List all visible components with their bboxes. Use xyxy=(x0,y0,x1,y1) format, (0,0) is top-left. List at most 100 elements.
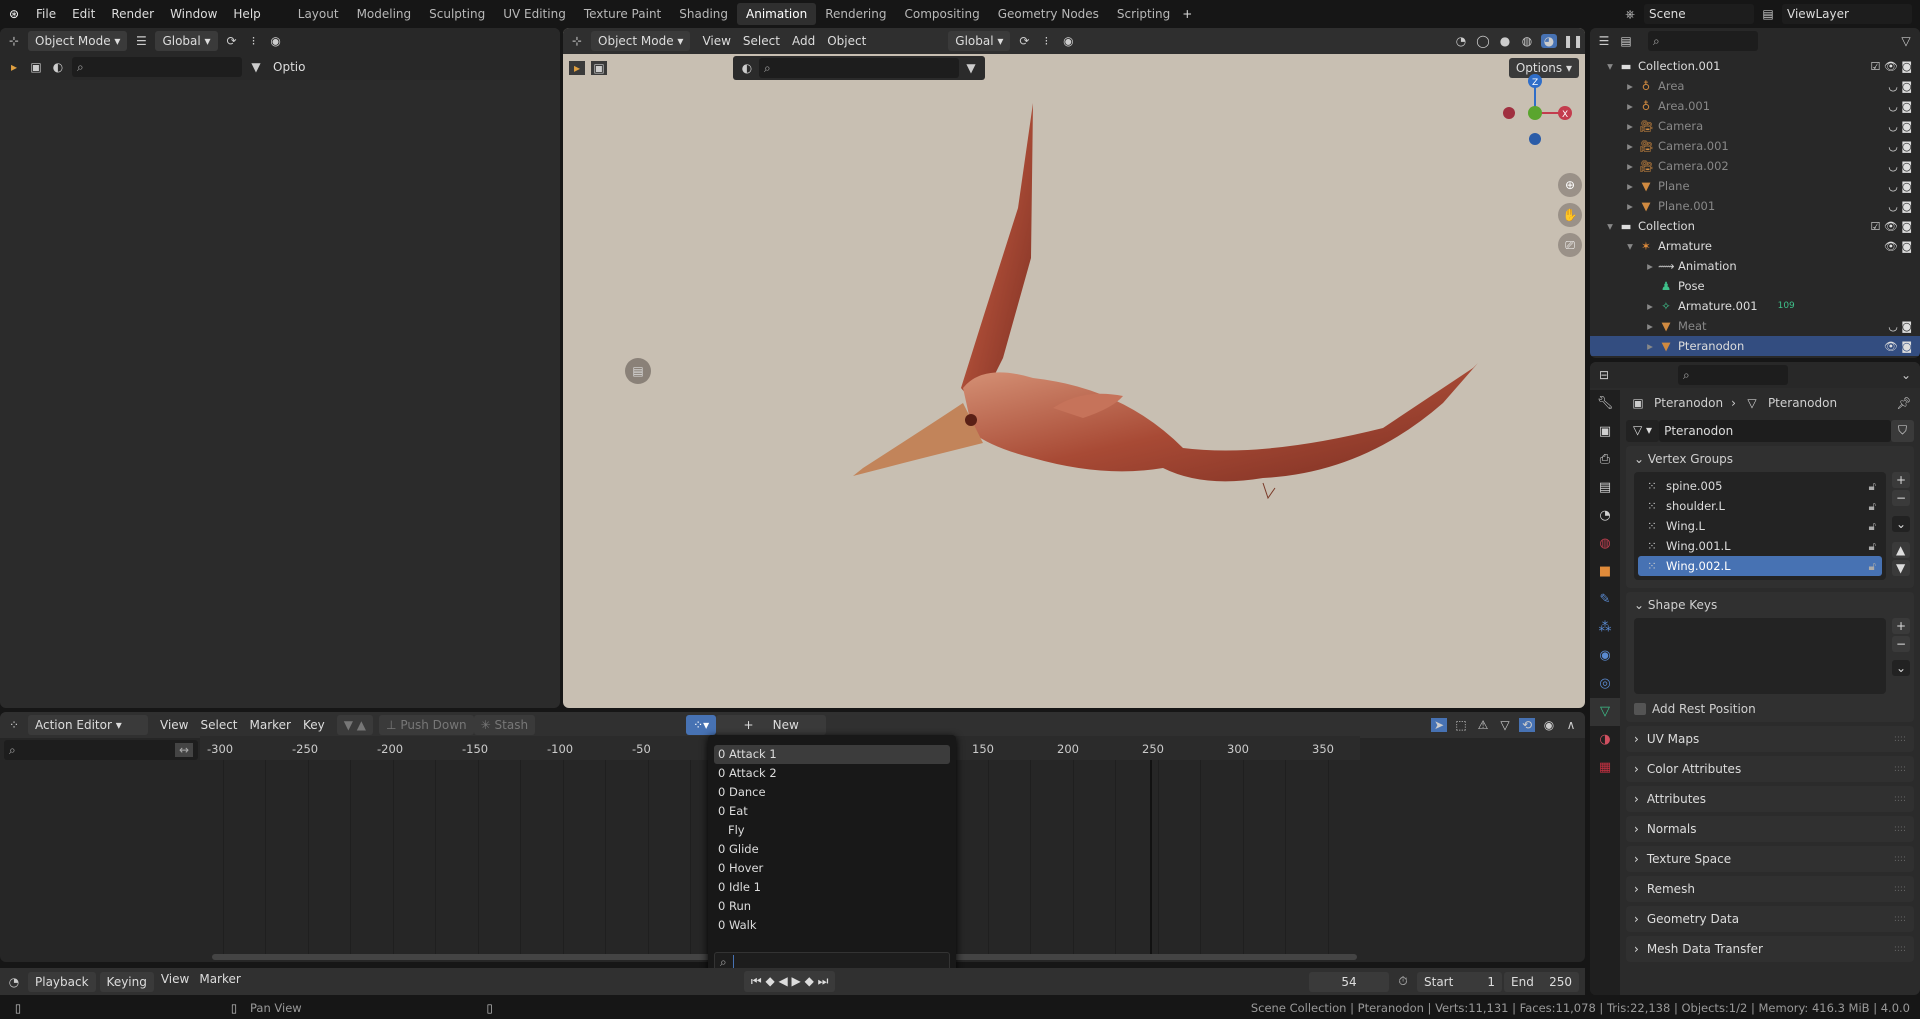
fake-user-icon[interactable]: ⛉ xyxy=(1890,420,1914,442)
visibility-toggles[interactable]: ◡ ◙ xyxy=(1888,140,1912,153)
3d-viewport[interactable]: ⊹ Object Mode ▾ View Select Add Object Glob… xyxy=(563,28,1585,708)
add-vertex-group-button[interactable]: + xyxy=(1892,472,1910,488)
output-tab-icon[interactable]: ⎙ xyxy=(1590,446,1620,474)
shape-keys-header[interactable]: ⌄ Shape Keys xyxy=(1626,592,1914,618)
lock-icon[interactable]: 🔓︎ xyxy=(1869,539,1876,554)
editor-type-icon[interactable]: ⊹ xyxy=(6,34,22,48)
visibility-toggles[interactable]: ☑ 👁︎ ◙ xyxy=(1871,60,1913,73)
layer-arrows-button[interactable]: ▼ ▲ xyxy=(336,715,374,735)
visibility-toggles[interactable]: ◡ ◙ xyxy=(1888,160,1912,173)
stash-button[interactable]: ✳ Stash xyxy=(473,715,536,735)
drag-grip-icon[interactable]: :::: xyxy=(1894,734,1906,744)
vertex-group-item[interactable]: ⁙ shoulder.L 🔓︎ xyxy=(1638,496,1882,516)
timeline-menu-view[interactable]: View xyxy=(158,972,192,992)
drag-grip-icon[interactable]: :::: xyxy=(1894,824,1906,834)
tab-scripting[interactable]: Scripting xyxy=(1108,3,1179,25)
action-item[interactable]: Fly xyxy=(714,821,950,840)
outliner-row[interactable]: ▸ 🎥︎ Camera.002 ◡ ◙ xyxy=(1590,156,1920,176)
disclosure-triangle-icon[interactable]: ▸ xyxy=(1642,299,1658,313)
visibility-toggles[interactable]: ◡ ◙ xyxy=(1888,320,1912,333)
proportional-icon[interactable]: ◉ xyxy=(268,34,284,48)
mode-dropdown[interactable]: Object Mode ▾ xyxy=(28,31,128,51)
shape-key-list[interactable] xyxy=(1634,618,1886,694)
view-layer-icon[interactable]: ▤ xyxy=(1760,7,1776,21)
mesh-browse-button[interactable]: ▽ ▾ xyxy=(1626,420,1660,442)
snap-icon[interactable]: ⁝ xyxy=(246,34,262,48)
left-search-input[interactable]: ⌕ xyxy=(72,57,242,77)
tab-texture-paint[interactable]: Texture Paint xyxy=(575,3,670,25)
move-up-button[interactable]: ▲ xyxy=(1892,542,1910,558)
add-workspace-button[interactable]: + xyxy=(1179,7,1195,21)
tab-uv-editing[interactable]: UV Editing xyxy=(494,3,575,25)
panel-attributes[interactable]: › Attributes:::: xyxy=(1626,786,1914,812)
proportional-icon[interactable]: ◉ xyxy=(1541,718,1557,732)
pin-icon[interactable]: 📌︎ xyxy=(1896,396,1912,410)
drag-grip-icon[interactable]: :::: xyxy=(1894,854,1906,864)
visibility-toggles[interactable]: ◡ ◙ xyxy=(1888,200,1912,213)
start-frame-field[interactable]: Start 1 xyxy=(1417,971,1502,992)
playback-controls[interactable]: ⏮ ◆ ◀ ▶ ◆ ⏭ xyxy=(743,971,836,992)
disclosure-triangle-icon[interactable]: ▾ xyxy=(1602,219,1618,233)
drag-grip-icon[interactable]: :::: xyxy=(1894,884,1906,894)
outliner-row[interactable]: ▸ ▼ Plane.001 ◡ ◙ xyxy=(1590,196,1920,216)
disclosure-triangle-icon[interactable]: ▸ xyxy=(1622,79,1638,93)
tab-compositing[interactable]: Compositing xyxy=(895,3,988,25)
panel-uv-maps[interactable]: › UV Maps:::: xyxy=(1626,726,1914,752)
menu-edit[interactable]: Edit xyxy=(64,7,103,21)
menu-window[interactable]: Window xyxy=(162,7,225,21)
action-menu-view[interactable]: View xyxy=(154,718,194,732)
browse-action-button[interactable]: ⁘▾ xyxy=(686,715,717,735)
action-menu-select[interactable]: Select xyxy=(194,718,243,732)
action-item[interactable]: 0 Attack 1 xyxy=(714,745,950,764)
action-item[interactable]: 0 Idle 1 xyxy=(714,878,950,897)
disclosure-triangle-icon[interactable]: ▸ xyxy=(1622,159,1638,173)
action-item[interactable]: 0 Attack 2 xyxy=(714,764,950,783)
end-frame-field[interactable]: End 250 xyxy=(1504,971,1579,992)
action-item[interactable]: 0 Walk xyxy=(714,916,950,935)
new-action-button[interactable]: + New xyxy=(716,715,827,735)
constraints-tab-icon[interactable]: ◎ xyxy=(1590,670,1620,698)
modifier-tab-icon[interactable]: ✎ xyxy=(1590,586,1620,614)
current-frame-field[interactable]: 54 xyxy=(1309,971,1389,992)
editor-mode-dropdown[interactable]: Action Editor ▾ xyxy=(28,715,148,735)
outliner-row[interactable]: ▸ ♁ Area ◡ ◙ xyxy=(1590,76,1920,96)
lock-icon[interactable]: 🔓︎ xyxy=(1869,499,1876,514)
options-button[interactable]: Optio xyxy=(270,60,308,74)
orientation-dropdown[interactable]: Global ▾ xyxy=(155,31,218,51)
object-tab-icon[interactable]: ■ xyxy=(1590,558,1620,586)
outliner-row[interactable]: ▾ ✶ Armature 👁︎ ◙ xyxy=(1590,236,1920,256)
disclosure-triangle-icon[interactable]: ▸ xyxy=(1622,119,1638,133)
disclosure-triangle-icon[interactable]: ▸ xyxy=(1622,179,1638,193)
disclosure-triangle-icon[interactable]: ▸ xyxy=(1622,199,1638,213)
outliner-row[interactable]: ▸ 🎥︎ Camera ◡ ◙ xyxy=(1590,116,1920,136)
scene-icon[interactable]: ⎈ xyxy=(1622,7,1638,22)
outliner-row[interactable]: ♟ Pose xyxy=(1590,276,1920,296)
filter-icon[interactable]: ▽ xyxy=(1497,718,1513,732)
view-layer-tab-icon[interactable]: ▤ xyxy=(1590,474,1620,502)
drag-grip-icon[interactable]: :::: xyxy=(1894,914,1906,924)
pivot-icon[interactable]: ⟳ xyxy=(224,34,240,48)
outliner-search-input[interactable]: ⌕ xyxy=(1648,31,1758,51)
action-item[interactable]: 0 Run xyxy=(714,897,950,916)
tab-rendering[interactable]: Rendering xyxy=(816,3,895,25)
outliner-row[interactable]: ▸ ♁ Area.001 ◡ ◙ xyxy=(1590,96,1920,116)
tab-shading[interactable]: Shading xyxy=(670,3,737,25)
action-menu-key[interactable]: Key xyxy=(297,718,331,732)
particles-tab-icon[interactable]: ⁂ xyxy=(1590,614,1620,642)
panel-color-attributes[interactable]: › Color Attributes:::: xyxy=(1626,756,1914,782)
timeline-menu-playback[interactable]: Playback xyxy=(28,971,96,992)
tab-geometry-nodes[interactable]: Geometry Nodes xyxy=(989,3,1108,25)
visibility-toggles[interactable]: ☑ 👁︎ ◙ xyxy=(1871,220,1913,233)
visibility-toggles[interactable]: 👁︎ ◙ xyxy=(1884,240,1912,253)
physics-tab-icon[interactable]: ◉ xyxy=(1590,642,1620,670)
options-chevron-icon[interactable]: ⌄ xyxy=(1898,368,1914,382)
outliner-row[interactable]: ▸ ▼ Plane ◡ ◙ xyxy=(1590,176,1920,196)
remove-shape-key-button[interactable]: − xyxy=(1892,636,1910,652)
vertex-group-item[interactable]: ⁙ Wing.001.L 🔓︎ xyxy=(1638,536,1882,556)
swap-icon[interactable]: ↔ xyxy=(174,743,193,757)
menu-help[interactable]: Help xyxy=(225,7,268,21)
disclosure-triangle-icon[interactable]: ▸ xyxy=(1622,99,1638,113)
timeline-type-icon[interactable]: ◔ xyxy=(6,975,22,989)
visibility-toggles[interactable]: ◡ ◙ xyxy=(1888,80,1912,93)
tab-animation[interactable]: Animation xyxy=(737,3,817,25)
